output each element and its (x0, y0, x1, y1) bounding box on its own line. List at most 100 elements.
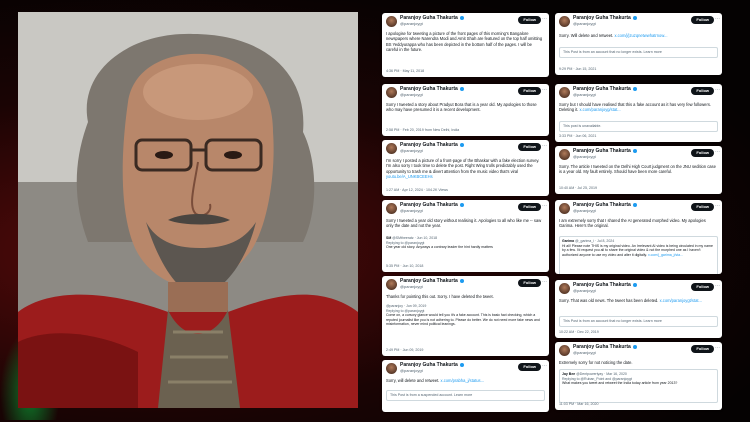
quote-author[interactable]: Jay Bee (562, 372, 575, 376)
post-notice[interactable]: This Post is from a suspended account. L… (386, 390, 545, 401)
avatar[interactable] (386, 16, 397, 27)
more-dots-icon[interactable]: ⋯ (715, 203, 720, 209)
tweet-timestamp[interactable]: 9:29 PM · Jun 15, 2021 (559, 67, 596, 71)
avatar[interactable] (386, 143, 397, 154)
follow-button[interactable]: Follow (518, 203, 541, 211)
follow-button[interactable]: Follow (691, 16, 714, 24)
handle[interactable]: @paranjoygt (573, 21, 596, 26)
handle[interactable]: @paranjoygt (400, 92, 423, 97)
tweet-text: I'm sorry I posted a picture of a front-… (386, 158, 540, 179)
avatar[interactable] (559, 16, 570, 27)
more-dots-icon[interactable]: ⋯ (542, 279, 547, 285)
verified-badge-icon (459, 202, 464, 207)
tweet-timestamp[interactable]: 2:49 PM · Jun 09, 2019 (386, 348, 423, 352)
tweet-card[interactable]: Paranjoy Guha Thakurta @paranjoygt Follo… (382, 200, 549, 272)
avatar[interactable] (386, 279, 397, 290)
more-dots-icon[interactable]: ⋯ (715, 16, 720, 22)
tweet-link[interactable]: youtu.be/A_UNKBCEEHs (386, 174, 433, 179)
tweet-card[interactable]: Paranjoy Guha Thakurta @paranjoygt Follo… (555, 342, 722, 410)
handle[interactable]: @paranjoygt (573, 208, 596, 213)
follow-button[interactable]: Follow (518, 363, 541, 371)
avatar[interactable] (386, 363, 397, 374)
tweet-card[interactable]: Paranjoy Guha Thakurta @paranjoygt Follo… (555, 200, 722, 274)
tweet-timestamp[interactable]: 4:36 PM · May 11, 2018 (386, 69, 424, 73)
post-notice[interactable]: This Post is from an account that no lon… (559, 47, 718, 58)
tweet-card[interactable]: Paranjoy Guha Thakurta @paranjoygt Follo… (382, 360, 549, 412)
avatar[interactable] (386, 87, 397, 98)
handle[interactable]: @paranjoygt (400, 368, 423, 373)
more-dots-icon[interactable]: ⋯ (715, 345, 720, 351)
handle[interactable]: @paranjoygt (573, 92, 596, 97)
tweet-text: I am extremely sorry that I shared the A… (559, 218, 706, 229)
follow-button[interactable]: Follow (518, 16, 541, 24)
more-dots-icon[interactable]: ⋯ (542, 363, 547, 369)
handle[interactable]: @paranjoygt (400, 208, 423, 213)
more-dots-icon[interactable]: ⋯ (715, 149, 720, 155)
avatar[interactable] (559, 149, 570, 160)
tweet-timestamp[interactable]: 1:27 AM · Apr 12, 2024 · 104.2K Views (386, 188, 448, 192)
tweet-timestamp[interactable]: 3:33 PM · Jun 06, 2021 (559, 134, 596, 138)
follow-button[interactable]: Follow (691, 149, 714, 157)
replying-to[interactable]: Replying to @paranjoygt (386, 309, 424, 313)
quote-replying-to[interactable]: Replying to @Ruban_Point and @paranjoygt (562, 377, 632, 381)
tweet-card[interactable]: Paranjoy Guha Thakurta @paranjoygt Follo… (555, 146, 722, 194)
reply-handle[interactable]: @paranjoy · Jun 09, 2019 (386, 304, 426, 308)
follow-button[interactable]: Follow (518, 279, 541, 287)
verified-badge-icon (459, 142, 464, 147)
more-dots-icon[interactable]: ⋯ (542, 143, 547, 149)
tweet-timestamp[interactable]: 11:03 PM · Mar 16, 2020 (559, 402, 599, 406)
follow-button[interactable]: Follow (518, 87, 541, 95)
follow-button[interactable]: Follow (691, 87, 714, 95)
quote-link[interactable]: x.com/j_garima_j/sta... (648, 253, 683, 257)
more-dots-icon[interactable]: ⋯ (715, 87, 720, 93)
tweet-link[interactable]: x.com/prabha_j/status... (441, 378, 484, 383)
avatar[interactable] (386, 203, 397, 214)
avatar[interactable] (559, 283, 570, 294)
tweet-card[interactable]: Paranjoy Guha Thakurta @paranjoygt Follo… (382, 140, 549, 196)
post-notice[interactable]: This Post is from an account that no lon… (559, 316, 718, 327)
handle[interactable]: @paranjoygt (400, 21, 423, 26)
tweet-link[interactable]: x.com/j/jzuzqnetwwhatrnow... (614, 33, 667, 38)
handle[interactable]: @paranjoygt (400, 284, 423, 289)
quote-handle[interactable]: @_garima_i · Jul 8, 2024 (575, 239, 614, 243)
avatar[interactable] (559, 203, 570, 214)
tweet-card[interactable]: Paranjoy Guha Thakurta @paranjoygt Follo… (555, 280, 722, 338)
tweet-timestamp[interactable]: 10:40 AM · Jul 25, 2019 (559, 186, 597, 190)
more-dots-icon[interactable]: ⋯ (715, 283, 720, 289)
tweet-link[interactable]: x.com/paranjoyg/stat... (579, 107, 620, 112)
verified-badge-icon (459, 362, 464, 367)
quoted-tweet[interactable]: Garima @_garima_i · Jul 8, 2024 Hi all! … (559, 236, 718, 274)
follow-button[interactable]: Follow (691, 345, 714, 353)
handle[interactable]: @paranjoygt (573, 154, 596, 159)
quote-author[interactable]: Garima (562, 239, 574, 243)
post-notice[interactable]: This post is unavailable. (559, 121, 718, 132)
tweet-timestamp[interactable]: 2:58 PM · Feb 20, 2019 from New Delhi, I… (386, 128, 459, 132)
more-dots-icon[interactable]: ⋯ (542, 203, 547, 209)
reply-context: @paranjoy · Jun 09, 2019 Replying to @pa… (386, 304, 545, 327)
tweet-card[interactable]: Paranjoy Guha Thakurta @paranjoygt Follo… (382, 276, 549, 356)
tweet-timestamp[interactable]: 10:22 AM · Dec 22, 2019 (559, 330, 599, 334)
replying-to[interactable]: Replying to @paranjoygt (386, 241, 424, 245)
quote-handle[interactable]: @Dentpowertyay · Mar 16, 2020 (576, 372, 627, 376)
handle[interactable]: @paranjoygt (573, 350, 596, 355)
handle[interactable]: @paranjoygt (573, 288, 596, 293)
tweet-link[interactable]: x.com/paranjoygt/stat... (660, 298, 702, 303)
follow-button[interactable]: Follow (518, 143, 541, 151)
tweet-card[interactable]: Paranjoy Guha Thakurta @paranjoygt Follo… (382, 84, 549, 136)
more-dots-icon[interactable]: ⋯ (542, 16, 547, 22)
tweet-timestamp[interactable]: 5:35 PM · Jun 10, 2018 (386, 264, 423, 268)
avatar[interactable] (559, 345, 570, 356)
follow-button[interactable]: Follow (691, 203, 714, 211)
tweet-card[interactable]: Paranjoy Guha Thakurta @paranjoygt Follo… (555, 13, 722, 75)
handle[interactable]: @paranjoygt (400, 148, 423, 153)
tweet-card[interactable]: Paranjoy Guha Thakurta @paranjoygt Follo… (555, 84, 722, 142)
quoted-tweet[interactable]: Jay Bee @Dentpowertyay · Mar 16, 2020 Re… (559, 369, 718, 403)
reply-handle[interactable]: @SMtheeratz · Jun 10, 2018 (392, 236, 437, 240)
reply-author[interactable]: SM (386, 236, 391, 240)
tweet-text: Sorry. That was old news. The tweet has … (559, 298, 702, 303)
tweet-card[interactable]: Paranjoy Guha Thakurta @paranjoygt Follo… (382, 13, 549, 77)
follow-button[interactable]: Follow (691, 283, 714, 291)
portrait-photo (18, 12, 358, 408)
avatar[interactable] (559, 87, 570, 98)
more-dots-icon[interactable]: ⋯ (542, 87, 547, 93)
